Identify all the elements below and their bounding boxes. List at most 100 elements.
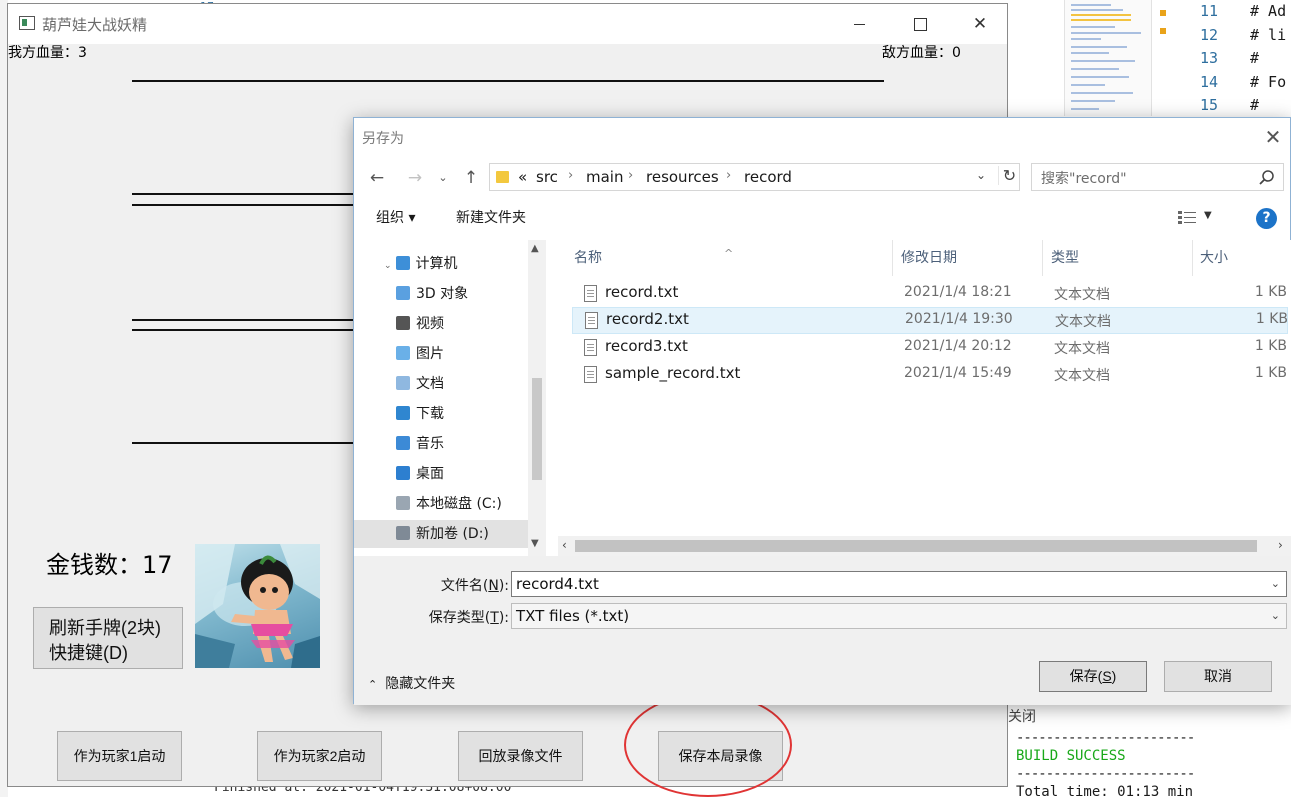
maximize-button[interactable] (890, 4, 950, 44)
column-header-type[interactable]: 类型 (1043, 240, 1193, 276)
filetype-label: 保存类型(T): (428, 610, 509, 626)
cancel-button[interactable]: 取消 (1164, 661, 1272, 692)
navigation-pane: ⌄ 计算机 3D 对象 视频 图片 文档 下载 音乐 桌面 本地磁盘 (C:) 新… (354, 240, 547, 556)
column-header-date[interactable]: 修改日期 (893, 240, 1043, 276)
text-file-icon (585, 312, 598, 329)
computer-icon (395, 256, 410, 270)
folder-icon (496, 171, 509, 183)
minimize-button[interactable] (830, 4, 890, 44)
search-placeholder: 搜索"record" (1041, 171, 1127, 187)
help-icon[interactable]: ? (1256, 208, 1277, 229)
background-console-strip: Finished at: 2021-01-04T19:31:08+08:00 (200, 786, 1008, 797)
nav-item-desktop[interactable]: 桌面 (396, 460, 444, 488)
lane-line (132, 193, 362, 195)
chevron-up-icon: ⌃ (368, 678, 378, 691)
breadcrumb-item[interactable]: main (586, 168, 623, 186)
breadcrumb-item[interactable]: record (744, 168, 792, 186)
file-row[interactable]: record3.txt 2021/1/4 20:12 文本文档 1 KB (572, 335, 1288, 362)
filetype-select[interactable]: TXT files (*.txt) ⌄ (511, 603, 1287, 629)
breadcrumb-overflow[interactable]: « (518, 168, 527, 186)
nav-item-local-disk-c[interactable]: 本地磁盘 (C:) (396, 490, 502, 518)
breadcrumb-chevron-icon[interactable]: › (628, 168, 633, 183)
calabash-brother-portrait (195, 544, 320, 668)
nav-item-music[interactable]: 音乐 (396, 430, 444, 458)
drive-icon (396, 526, 410, 540)
code-line: 14 # Fo (1199, 72, 1287, 91)
breadcrumb-chevron-icon[interactable]: › (568, 168, 573, 183)
forward-arrow-icon[interactable]: → (404, 163, 426, 193)
scrollbar-thumb[interactable] (575, 540, 1257, 552)
scrollbar-thumb[interactable] (532, 378, 542, 480)
code-minimap[interactable] (1064, 0, 1152, 116)
save-form-area: 文件名(N): record4.txt ⌄ 保存类型(T): TXT files… (354, 556, 1291, 705)
lane-line (132, 204, 362, 206)
refresh-hand-button[interactable]: 刷新手牌(2块) 快捷键(D) (33, 607, 183, 669)
address-bar[interactable]: « src › main › resources › record ⌄ ↻ (489, 163, 1020, 191)
minimap-marker (1160, 28, 1166, 34)
lane-line (132, 319, 362, 321)
my-hp-label: 我方血量：3 (8, 45, 87, 61)
history-dropdown-icon[interactable]: ⌄ (436, 163, 450, 193)
background-code-editor: 11 # Ad 12 # li 13 # 14 # Fo 15 # (1008, 0, 1291, 120)
column-header-size[interactable]: 大小 (1193, 240, 1291, 276)
breadcrumb-item[interactable]: src (536, 168, 558, 186)
text-file-icon (584, 339, 597, 356)
dialog-close-button[interactable]: ✕ (1260, 124, 1286, 150)
column-header-name[interactable]: 名称 ^ (558, 240, 893, 276)
money-label: 金钱数：17 (46, 551, 173, 579)
save-as-dialog: 另存为 ✕ ← → ⌄ ↑ « src › main › resources ›… (353, 117, 1291, 705)
hide-folders-toggle[interactable]: ⌃ 隐藏文件夹 (368, 673, 455, 693)
nav-item-new-volume-d[interactable]: 新加卷 (D:) (354, 520, 528, 548)
replay-recording-button[interactable]: 回放录像文件 (458, 731, 583, 781)
pictures-icon (396, 346, 410, 360)
scroll-right-icon[interactable]: › (1278, 538, 1283, 552)
scroll-left-icon[interactable]: ‹ (562, 538, 567, 552)
file-row[interactable]: record.txt 2021/1/4 18:21 文本文档 1 KB (572, 281, 1288, 308)
search-box[interactable]: 搜索"record" (1031, 163, 1284, 191)
back-arrow-icon[interactable]: ← (366, 163, 388, 193)
enemy-hp-label: 敌方血量：0 (882, 45, 961, 61)
chevron-down-icon[interactable]: ⌄ (1271, 609, 1280, 622)
scroll-down-icon[interactable]: ▼ (531, 538, 539, 549)
nav-item-computer[interactable]: ⌄ 计算机 (384, 250, 458, 278)
drive-icon (396, 496, 410, 510)
filename-input[interactable]: record4.txt ⌄ (511, 571, 1287, 597)
organize-menu[interactable]: 组织 ▾ (376, 207, 415, 227)
code-line: 12 # li (1199, 25, 1287, 44)
start-as-player2-button[interactable]: 作为玩家2启动 (257, 731, 382, 781)
up-arrow-icon[interactable]: ↑ (460, 163, 482, 193)
refresh-icon[interactable]: ↻ (998, 166, 1020, 185)
breadcrumb-chevron-icon[interactable]: › (726, 168, 731, 183)
scroll-up-icon[interactable]: ▲ (531, 243, 539, 254)
nav-pane-scrollbar[interactable]: ▲ ▼ (528, 240, 546, 556)
save-button[interactable]: 保存(S) (1039, 661, 1147, 692)
lane-line (132, 80, 884, 82)
game-titlebar[interactable]: 葫芦娃大战妖精 ✕ (8, 4, 1007, 44)
highlight-circle (624, 693, 792, 797)
3d-objects-icon (396, 286, 410, 300)
nav-item-pictures[interactable]: 图片 (396, 340, 444, 368)
view-dropdown-icon[interactable]: ▼ (1204, 210, 1212, 221)
close-button[interactable]: ✕ (950, 4, 1010, 44)
nav-item-documents[interactable]: 文档 (396, 370, 444, 398)
nav-item-videos[interactable]: 视频 (396, 310, 444, 338)
music-icon (396, 436, 410, 450)
text-file-icon (584, 285, 597, 302)
file-row[interactable]: sample_record.txt 2021/1/4 15:49 文本文档 1 … (572, 362, 1288, 389)
sort-caret-icon: ^ (724, 247, 734, 260)
view-options-icon[interactable] (1178, 211, 1198, 225)
chevron-down-icon[interactable]: ⌄ (1271, 577, 1280, 590)
nav-item-3d-objects[interactable]: 3D 对象 (396, 280, 468, 308)
new-folder-button[interactable]: 新建文件夹 (456, 207, 526, 227)
console-close-text: 关闭 (1008, 709, 1036, 725)
file-row[interactable]: record2.txt 2021/1/4 19:30 文本文档 1 KB (572, 307, 1288, 334)
breadcrumb-item[interactable]: resources (646, 168, 719, 186)
text-file-icon (584, 366, 597, 383)
total-time-text: Total time: 01:13 min (1016, 784, 1194, 797)
start-as-player1-button[interactable]: 作为玩家1启动 (57, 731, 182, 781)
search-icon[interactable] (1258, 169, 1276, 187)
nav-item-downloads[interactable]: 下载 (396, 400, 444, 428)
address-dropdown-icon[interactable]: ⌄ (976, 168, 986, 182)
app-icon (19, 16, 35, 30)
file-list-horizontal-scrollbar[interactable]: ‹ › (558, 536, 1291, 556)
